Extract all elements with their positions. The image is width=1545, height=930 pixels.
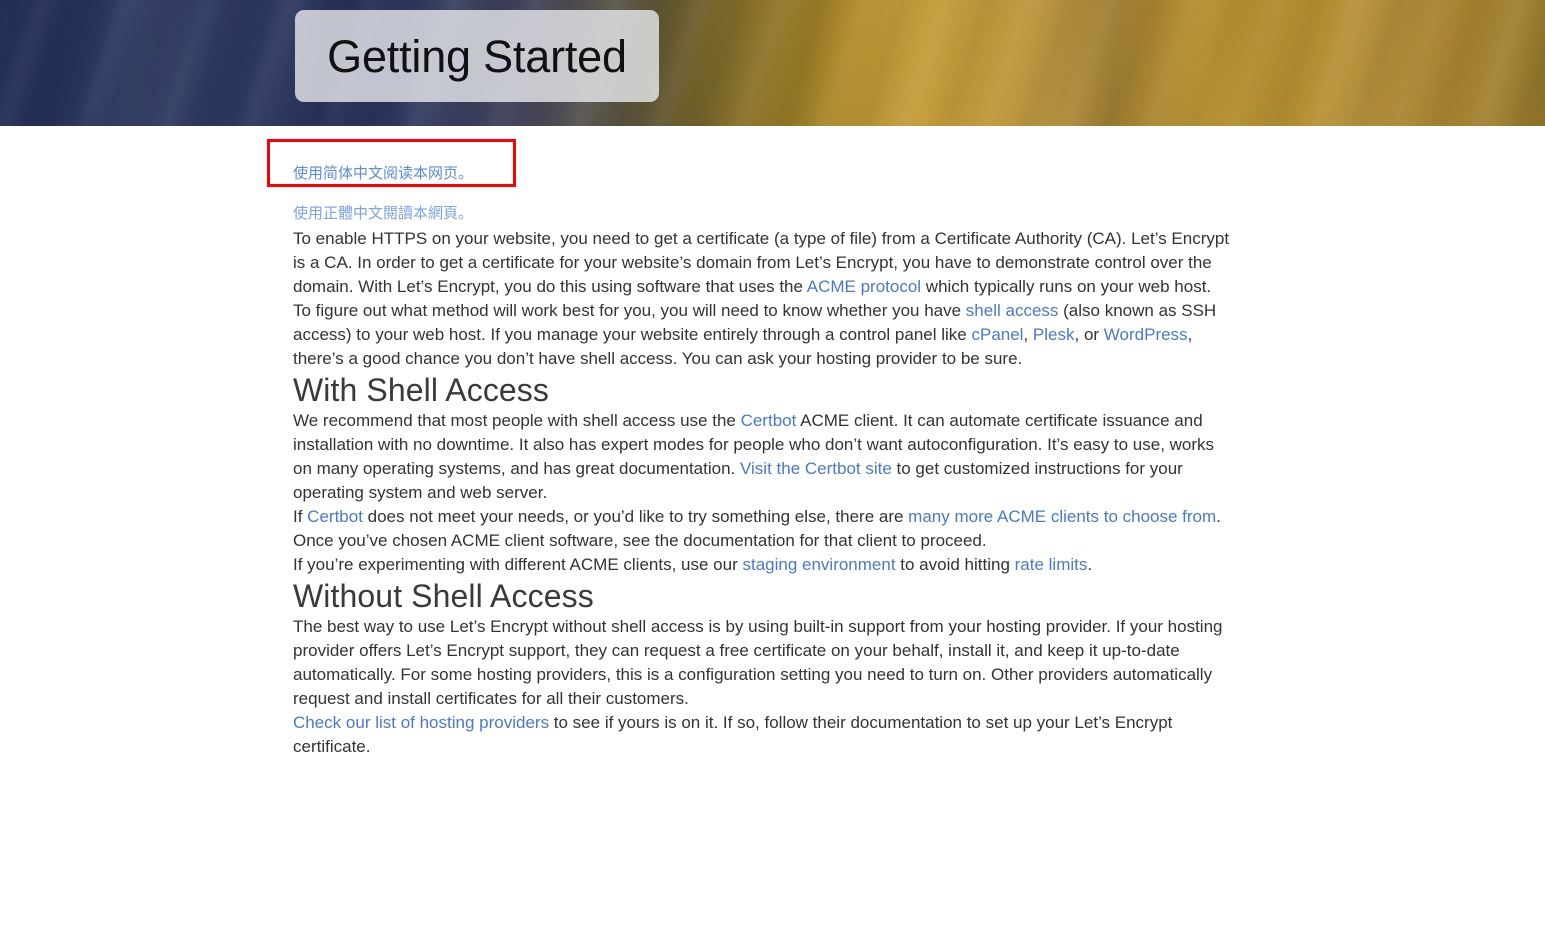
- intro-p2-text-c: ,: [1023, 325, 1033, 344]
- with-shell-p3-text-b: to avoid hitting: [895, 555, 1015, 574]
- heading-with-shell-access: With Shell Access: [293, 372, 550, 408]
- link-acme-protocol[interactable]: ACME protocol: [807, 277, 921, 296]
- link-wordpress[interactable]: WordPress: [1104, 325, 1188, 344]
- link-staging-environment[interactable]: staging environment: [742, 555, 895, 574]
- without-shell-paragraph-1: The best way to use Let’s Encrypt withou…: [293, 617, 1223, 708]
- heading-without-shell-access: Without Shell Access: [293, 578, 594, 614]
- link-certbot[interactable]: Certbot: [741, 411, 797, 430]
- with-shell-paragraph-3: If you’re experimenting with different A…: [293, 553, 1233, 577]
- intro-paragraph-2: To figure out what method will work best…: [293, 299, 1233, 371]
- link-cpanel[interactable]: cPanel: [971, 325, 1023, 344]
- link-visit-certbot-site[interactable]: Visit the Certbot site: [740, 459, 892, 478]
- link-many-more-acme-clients[interactable]: many more ACME clients to choose from: [908, 507, 1216, 526]
- with-shell-paragraph-2: If Certbot does not meet your needs, or …: [293, 505, 1233, 553]
- page-banner: Getting Started: [0, 0, 1545, 126]
- with-shell-p3-text-a: If you’re experimenting with different A…: [293, 555, 743, 574]
- intro-p2-text-a: To figure out what method will work best…: [293, 301, 966, 320]
- link-simplified-chinese[interactable]: 使用简体中文阅读本网页。: [293, 161, 473, 187]
- with-shell-p2-text-a: If: [293, 507, 308, 526]
- link-shell-access[interactable]: shell access: [966, 301, 1059, 320]
- link-hosting-providers-list[interactable]: Check our list of hosting providers: [293, 713, 549, 732]
- simplified-chinese-link-wrap: 使用简体中文阅读本网页。: [267, 139, 516, 187]
- traditional-chinese-link-wrap: 使用正體中文閱讀本網頁。: [293, 187, 1233, 227]
- banner-streak-overlay: [0, 0, 1545, 126]
- intro-paragraph-1: To enable HTTPS on your website, you nee…: [293, 227, 1233, 299]
- link-rate-limits[interactable]: rate limits: [1015, 555, 1088, 574]
- content-column: 使用简体中文阅读本网页。 使用正體中文閱讀本網頁。 To enable HTTP…: [267, 126, 1233, 759]
- page-title-box: Getting Started: [295, 10, 659, 102]
- language-links: 使用简体中文阅读本网页。 使用正體中文閱讀本網頁。: [267, 126, 1233, 227]
- with-shell-p1-text-a: We recommend that most people with shell…: [293, 411, 741, 430]
- banner-streak-overlay-secondary: [0, 0, 1545, 126]
- link-traditional-chinese[interactable]: 使用正體中文閱讀本網頁。: [293, 201, 473, 227]
- with-shell-p3-text-c: .: [1087, 555, 1093, 574]
- link-plesk[interactable]: Plesk: [1033, 325, 1075, 344]
- without-shell-paragraph-2: Check our list of hosting providers to s…: [293, 711, 1233, 759]
- intro-p2-text-d: , or: [1074, 325, 1104, 344]
- with-shell-p2-text-b: does not meet your needs, or you’d like …: [362, 507, 909, 526]
- intro-p1-text-b: which typically runs on your web host.: [921, 277, 1212, 296]
- with-shell-paragraph-1: We recommend that most people with shell…: [293, 409, 1233, 505]
- link-certbot-secondary[interactable]: Certbot: [307, 507, 363, 526]
- page-title: Getting Started: [327, 30, 627, 82]
